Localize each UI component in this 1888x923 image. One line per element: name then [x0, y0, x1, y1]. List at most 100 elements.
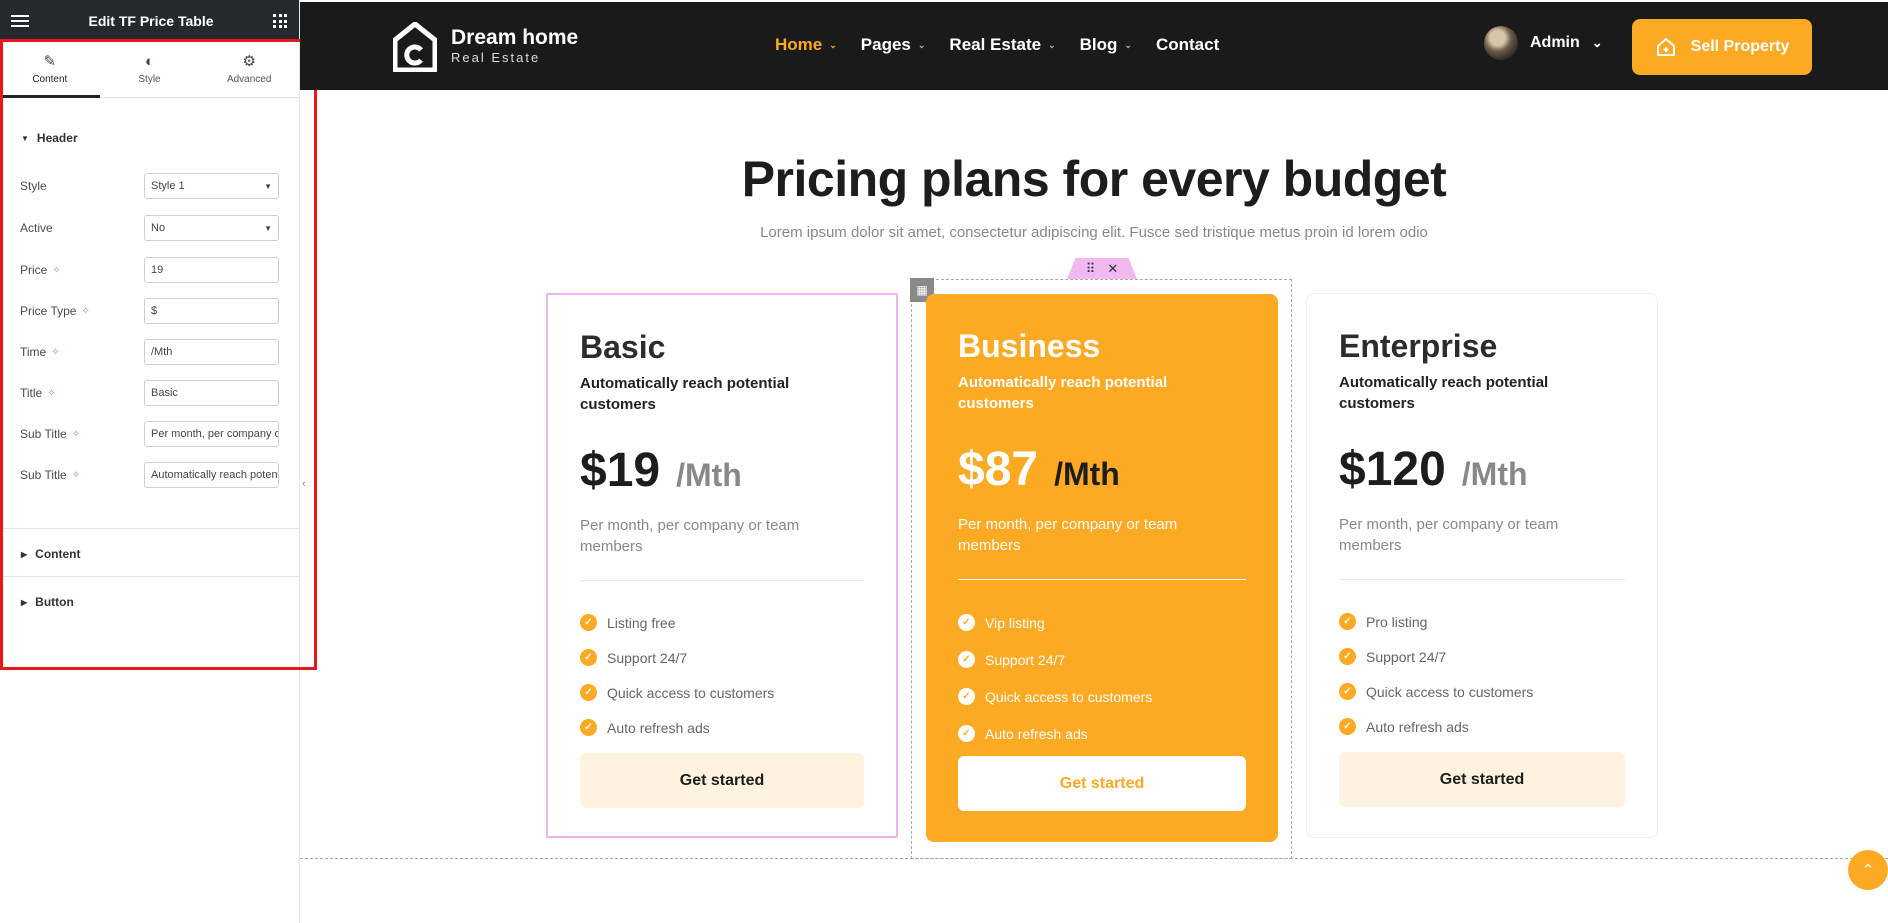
list-item: ✓ Quick access to customers: [958, 678, 1152, 715]
list-item: ✓ Auto refresh ads: [580, 710, 774, 745]
control-label: Active: [20, 221, 53, 235]
get-started-button[interactable]: Get started: [958, 756, 1246, 811]
title-input[interactable]: Basic: [144, 380, 279, 406]
home-icon: [1656, 38, 1675, 56]
pricing-card-basic[interactable]: Basic Automatically reach potential cust…: [546, 293, 898, 838]
feature-text: Quick access to customers: [1366, 683, 1534, 700]
nav-item-real-estate[interactable]: Real Estate ⌄: [949, 35, 1055, 55]
main-nav: Home ⌄ Pages ⌄ Real Estate ⌄ Blog ⌄ Contact: [775, 35, 1219, 55]
plan-description: Per month, per company or team members: [580, 517, 800, 555]
nav-item-home[interactable]: Home ⌄: [775, 35, 837, 55]
dynamic-tags-icon[interactable]: ✧: [81, 306, 89, 317]
nav-item-pages[interactable]: Pages ⌄: [861, 35, 926, 55]
dynamic-tags-icon[interactable]: ✧: [72, 429, 80, 440]
control-active: Active No ▼: [20, 215, 279, 241]
feature-text: Auto refresh ads: [985, 725, 1088, 742]
tab-content[interactable]: ✎ Content: [0, 42, 100, 98]
control-price-type: Price Type ✧ $: [20, 298, 279, 324]
get-started-button[interactable]: Get started: [1339, 752, 1625, 807]
label-text: Sub Title: [20, 468, 67, 482]
check-circle-icon: ✓: [958, 651, 975, 668]
section-button-label: Button: [35, 595, 74, 609]
section-header-toggle[interactable]: ▼ Header: [0, 131, 99, 145]
chevron-down-icon: ⌄: [1124, 39, 1132, 50]
section-handle[interactable]: ⠿ ✕: [1067, 258, 1137, 279]
control-label: Price ✧: [20, 263, 61, 277]
label-text: Price Type: [20, 304, 77, 318]
plan-tagline: Automatically reach potential customers: [958, 374, 1168, 412]
pricing-card-enterprise[interactable]: Enterprise Automatically reach potential…: [1306, 293, 1658, 838]
list-item: ✓ Quick access to customers: [580, 675, 774, 710]
label-text: Title: [20, 386, 43, 400]
time-input[interactable]: /Mth: [144, 339, 279, 365]
check-circle-icon: ✓: [580, 614, 597, 631]
subtitle-input[interactable]: Per month, per company or team members: [144, 421, 279, 447]
feature-text: Pro listing: [1366, 613, 1428, 630]
divider: [580, 580, 864, 581]
close-icon[interactable]: ✕: [1107, 261, 1118, 277]
price-input[interactable]: 19: [144, 257, 279, 283]
tab-advanced[interactable]: ⚙ Advanced: [199, 42, 299, 97]
control-label: Style: [20, 179, 47, 193]
sell-property-button[interactable]: Sell Property: [1632, 19, 1812, 75]
page: Edit TF Price Table ✎ Content ◐ Style ⚙ …: [0, 0, 1888, 923]
site-header: Dream home Real Estate Home ⌄ Pages ⌄ Real…: [300, 0, 1888, 90]
nav-item-blog[interactable]: Blog ⌄: [1080, 35, 1132, 55]
control-price: Price ✧ 19: [20, 257, 279, 283]
get-started-button[interactable]: Get started: [580, 753, 864, 808]
dropdown-arrow-icon: ▼: [264, 181, 272, 191]
scroll-to-top-button[interactable]: ⌃: [1848, 850, 1888, 890]
feature-text: Listing free: [607, 614, 676, 631]
price-period: /Mth: [676, 457, 742, 493]
chevron-down-icon: ⌄: [829, 39, 837, 50]
user-menu[interactable]: Admin ⌄: [1484, 26, 1603, 60]
nav-item-contact[interactable]: Contact: [1156, 35, 1219, 55]
tab-style[interactable]: ◐ Style: [100, 42, 200, 97]
avatar: [1484, 26, 1518, 60]
plan-price: $120/Mth: [1339, 442, 1528, 497]
page-subtitle: Lorem ipsum dolor sit amet, consectetur …: [760, 224, 1428, 241]
active-select[interactable]: No ▼: [144, 215, 279, 241]
brand-logo[interactable]: Dream home Real Estate: [393, 22, 578, 72]
price-amount: $19: [580, 444, 661, 497]
section-content-label: Content: [35, 547, 81, 561]
check-circle-icon: ✓: [1339, 718, 1356, 735]
caret-down-icon: ▼: [21, 133, 29, 143]
label-text: Time: [20, 345, 47, 359]
label-text: Price: [20, 263, 48, 277]
list-item: ✓ Pro listing: [1339, 604, 1533, 639]
price-amount: $120: [1339, 443, 1446, 496]
feature-text: Support 24/7: [985, 651, 1066, 668]
plan-name: Business: [958, 328, 1101, 364]
subtitle-2-input[interactable]: Automatically reach potential customers: [144, 462, 279, 488]
price-type-input[interactable]: $: [144, 298, 279, 324]
section-button-toggle[interactable]: ▶ Button: [0, 595, 95, 609]
list-item: ✓ Vip listing: [958, 604, 1152, 641]
nav-label: Home: [775, 35, 823, 54]
control-label: Sub Title ✧: [20, 468, 80, 482]
widgets-grid-icon[interactable]: [273, 14, 287, 28]
plan-description: Per month, per company or team members: [958, 516, 1178, 554]
dynamic-tags-icon[interactable]: ✧: [72, 470, 80, 481]
collapse-panel-icon[interactable]: ‹: [302, 478, 306, 490]
control-label: Price Type ✧: [20, 304, 90, 318]
check-circle-icon: ✓: [580, 719, 597, 736]
sell-property-label: Sell Property: [1690, 38, 1790, 55]
feature-text: Quick access to customers: [607, 684, 775, 701]
dynamic-tags-icon[interactable]: ✧: [52, 265, 60, 276]
style-select[interactable]: Style 1 ▼: [144, 173, 279, 199]
drag-handle-icon[interactable]: ⠿: [1086, 261, 1096, 277]
hamburger-menu-icon[interactable]: [11, 15, 29, 27]
section-content-toggle[interactable]: ▶ Content: [0, 547, 101, 561]
control-subtitle-2: Sub Title ✧ Automatically reach potential…: [20, 462, 279, 488]
plan-tagline: Automatically reach potential customers: [580, 375, 790, 413]
price-period: /Mth: [1461, 456, 1528, 492]
control-title: Title ✧ Basic: [20, 380, 279, 406]
control-label: Title ✧: [20, 386, 56, 400]
feature-text: Vip listing: [985, 614, 1045, 631]
dynamic-tags-icon[interactable]: ✧: [51, 347, 59, 358]
panel-tabs: ✎ Content ◐ Style ⚙ Advanced: [0, 42, 299, 98]
plan-description: Per month, per company or team members: [1339, 516, 1559, 554]
dynamic-tags-icon[interactable]: ✧: [47, 388, 55, 399]
pricing-card-business[interactable]: Business Automatically reach potential c…: [926, 294, 1278, 842]
